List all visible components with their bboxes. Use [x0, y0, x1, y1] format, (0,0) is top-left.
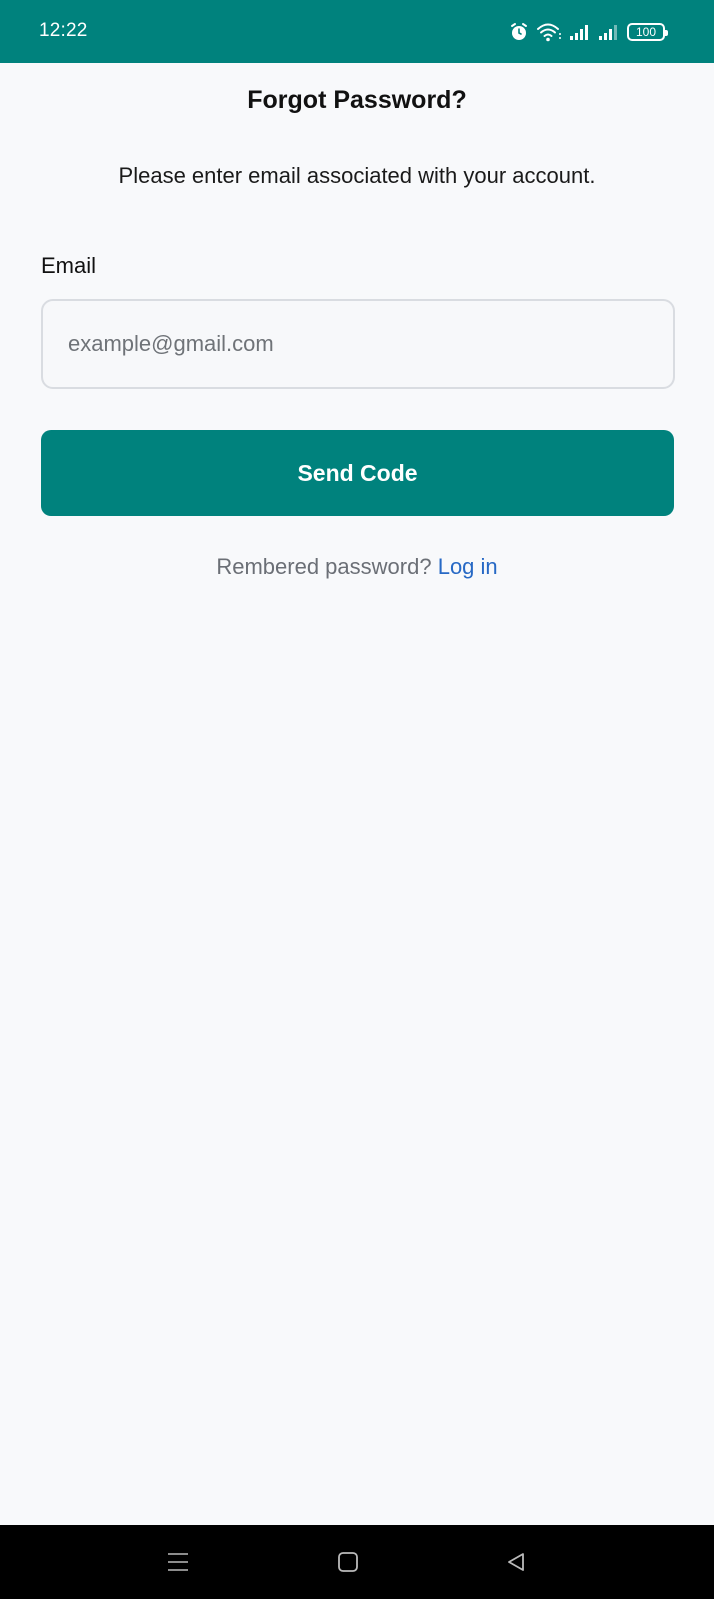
- back-icon[interactable]: [476, 1525, 556, 1599]
- page-title: Forgot Password?: [247, 86, 467, 114]
- signal-icon: [598, 23, 620, 41]
- alarm-icon: [509, 22, 529, 42]
- login-prompt: Rembered password?: [216, 554, 432, 579]
- status-bar: 12:22 100: [0, 0, 714, 63]
- page-subtitle: Please enter email associated with your …: [118, 163, 596, 188]
- battery-icon: 100: [627, 23, 668, 41]
- wifi-icon: [536, 22, 562, 42]
- home-icon[interactable]: [308, 1525, 388, 1599]
- menu-icon[interactable]: [138, 1525, 218, 1599]
- login-row: Rembered password? Log in: [0, 554, 714, 580]
- email-field[interactable]: [41, 299, 675, 389]
- send-code-button[interactable]: Send Code: [41, 430, 674, 516]
- status-time: 12:22: [39, 20, 88, 41]
- login-link[interactable]: Log in: [438, 554, 498, 579]
- status-icons: 100: [509, 21, 668, 43]
- email-label: Email: [41, 253, 97, 278]
- signal-icon: [569, 23, 591, 41]
- forgot-password-screen: 12:22 100 Forgot Password? Please enter …: [0, 0, 714, 1599]
- navigation-bar: [0, 1525, 714, 1599]
